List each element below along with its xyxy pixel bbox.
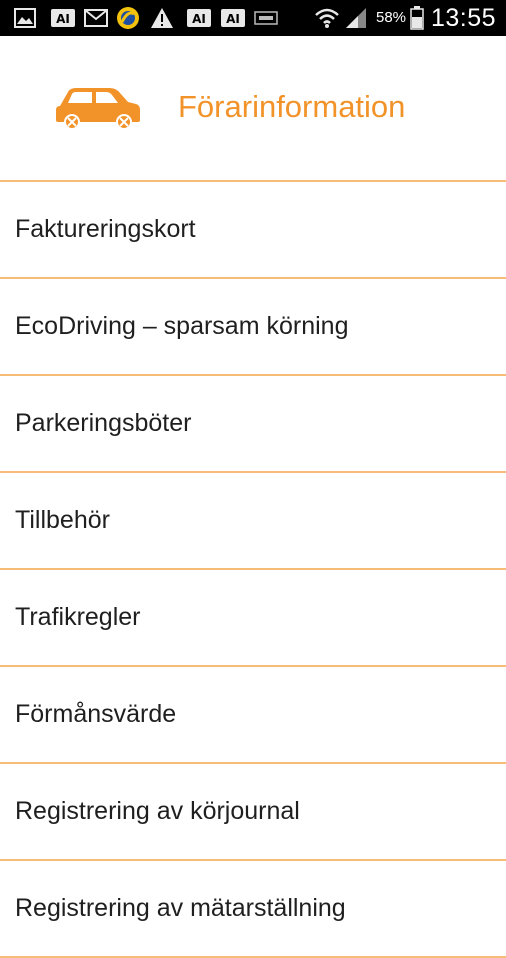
- list-item-faktureringskort[interactable]: Faktureringskort: [0, 182, 506, 279]
- notification-icon: AI: [186, 7, 212, 29]
- list-item-trafikregler[interactable]: Trafikregler: [0, 570, 506, 667]
- page-title: Förarinformation: [178, 89, 406, 124]
- svg-text:AI: AI: [192, 12, 206, 26]
- list-item-matarstallning[interactable]: Registrering av mätarställning: [0, 861, 506, 958]
- app-icon: [116, 7, 140, 29]
- status-bar: AI AI AI 58% 13:55: [0, 0, 506, 36]
- header: Förarinformation: [0, 36, 506, 180]
- list-item-formansvarde[interactable]: Förmånsvärde: [0, 667, 506, 764]
- battery-percent: 58%: [376, 9, 407, 26]
- notification-icon: AI: [50, 7, 76, 29]
- list-item-korjournal[interactable]: Registrering av körjournal: [0, 764, 506, 861]
- clock: 13:55: [430, 4, 496, 32]
- signal-icon: [344, 7, 368, 29]
- notification-icon: AI: [220, 7, 246, 29]
- battery-icon: [410, 6, 424, 30]
- car-icon: [54, 86, 142, 135]
- wifi-icon: [314, 7, 340, 29]
- list-item-parkeringsboter[interactable]: Parkeringsböter: [0, 376, 506, 473]
- list-item-ecodriving[interactable]: EcoDriving – sparsam körning: [0, 279, 506, 376]
- menu-list: Faktureringskort EcoDriving – sparsam kö…: [0, 180, 506, 958]
- list-item-tillbehor[interactable]: Tillbehör: [0, 473, 506, 570]
- svg-text:AI: AI: [56, 12, 70, 26]
- nfc-icon: [254, 7, 278, 29]
- mail-icon: [84, 7, 108, 29]
- warning-icon: [150, 7, 174, 29]
- svg-text:AI: AI: [226, 12, 240, 26]
- image-icon: [14, 7, 36, 29]
